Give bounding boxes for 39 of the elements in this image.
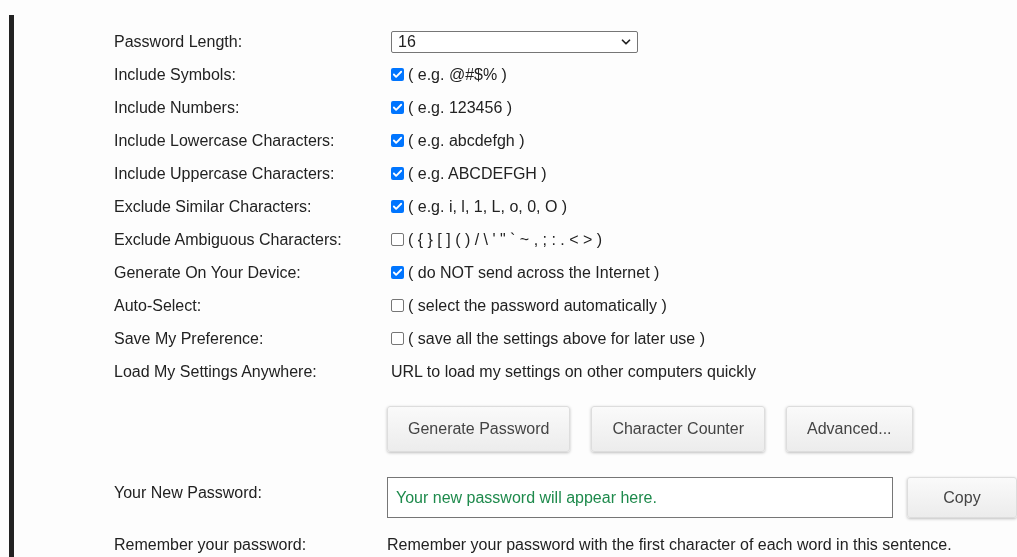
setting-label: Generate On Your Device: [114, 262, 302, 283]
option-hint: ( { } [ ] ( ) / \ ' " ` ~ , ; : . < > ) [408, 229, 603, 250]
checkbox[interactable] [391, 200, 404, 213]
setting-label: Include Symbols: [114, 64, 237, 85]
setting-label: Load My Settings Anywhere: [114, 361, 318, 382]
option-hint: ( e.g. abcdefgh ) [408, 130, 525, 151]
checkbox[interactable] [391, 266, 404, 279]
option-hint: ( e.g. ABCDEFGH ) [408, 163, 547, 184]
action-button[interactable]: Character Counter [591, 406, 766, 452]
checkbox[interactable] [391, 332, 404, 345]
setting-label: Exclude Ambiguous Characters: [114, 229, 343, 250]
setting-label: Include Numbers: [114, 97, 241, 118]
setting-label: Save My Preference: [114, 328, 265, 349]
remember-text: Remember your password with the first character of each word in this sentence. [387, 535, 952, 555]
length-select[interactable]: 16 [391, 30, 638, 53]
option-hint: ( select the password automatically ) [408, 295, 667, 316]
checkbox[interactable] [391, 134, 404, 147]
checkbox[interactable] [391, 167, 404, 180]
checkbox[interactable] [391, 101, 404, 114]
option-hint: ( do NOT send across the Internet ) [408, 262, 660, 283]
option-hint: ( e.g. i, l, 1, L, o, 0, O ) [408, 196, 568, 217]
settings-url-text: URL to load my settings on other computers quickly [391, 361, 756, 382]
password-field[interactable]: Your new password will appear here. [387, 477, 893, 518]
checkbox[interactable] [391, 233, 404, 246]
setting-label: Password Length: [114, 31, 244, 52]
checkbox[interactable] [391, 299, 404, 312]
checkbox[interactable] [391, 68, 404, 81]
action-button[interactable]: Generate Password [387, 406, 571, 452]
password-label: Your New Password: [114, 483, 263, 503]
option-hint: ( save all the settings above for later use ) [408, 328, 706, 349]
setting-label: Include Lowercase Characters: [114, 130, 336, 151]
remember-label: Remember your password: [114, 535, 308, 555]
setting-label: Exclude Similar Characters: [114, 196, 313, 217]
setting-label: Include Uppercase Characters: [114, 163, 336, 184]
copy-button[interactable]: Copy [907, 477, 1017, 518]
option-hint: ( e.g. @#$% ) [408, 64, 507, 85]
action-button[interactable]: Advanced... [786, 406, 913, 452]
setting-label: Auto-Select: [114, 295, 203, 316]
option-hint: ( e.g. 123456 ) [408, 97, 513, 118]
